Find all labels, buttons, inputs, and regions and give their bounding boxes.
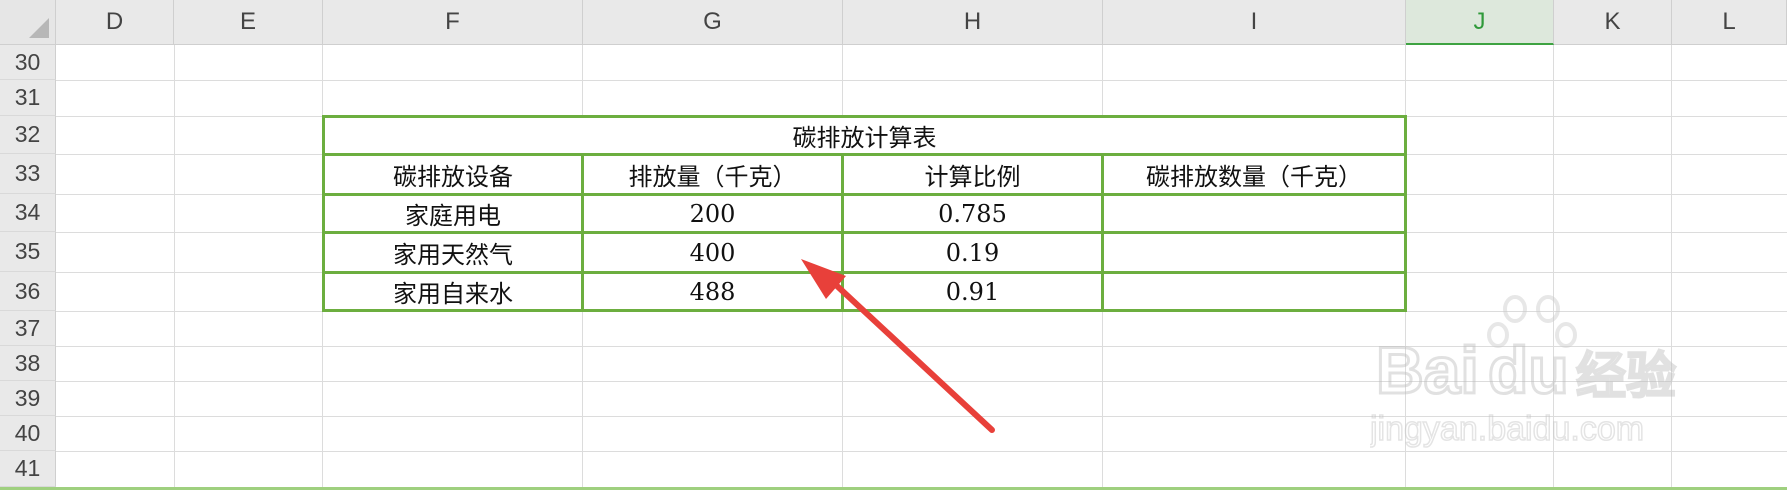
paw-logo-icon: Bai du 经验 jingyan.baidu.com xyxy=(1368,295,1677,449)
watermark-suffix: 经验 xyxy=(1576,347,1676,405)
watermark-brand: Bai xyxy=(1376,333,1479,407)
spreadsheet[interactable]: D E F G H I J K L 30 31 32 33 34 35 36 3… xyxy=(0,0,1787,490)
watermark-url: jingyan.baidu.com xyxy=(1370,410,1644,448)
watermark-brand-2: du xyxy=(1488,333,1569,407)
baidu-jingyan-watermark: Bai du 经验 jingyan.baidu.com xyxy=(1368,295,1700,459)
